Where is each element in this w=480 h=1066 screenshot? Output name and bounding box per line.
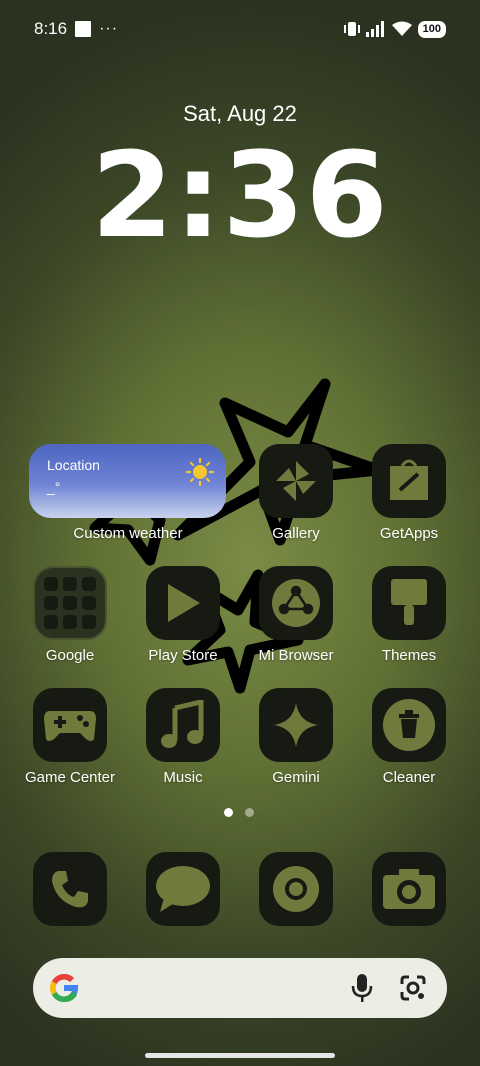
app-mi-browser[interactable] [259, 566, 333, 640]
app-game-center[interactable] [33, 688, 107, 762]
app-label: Mi Browser [258, 647, 334, 664]
status-time: 8:16 [34, 19, 68, 38]
app-label: Music [163, 769, 203, 786]
status-bar: 8:16 ··· 100 [34, 18, 446, 40]
wifi-icon [391, 21, 412, 36]
gallery-icon [276, 461, 316, 501]
weather-temperature: _° [47, 479, 61, 495]
notification-icon [75, 21, 92, 37]
vibrate-icon [343, 22, 360, 36]
gemini-icon [274, 703, 318, 747]
weather-location: Location [47, 457, 100, 473]
sun-icon [186, 458, 214, 486]
app-label: Google [45, 647, 95, 664]
app-label: GetApps [379, 525, 439, 542]
dock-phone[interactable] [33, 852, 107, 926]
app-label: Gallery [272, 525, 320, 542]
folder-google[interactable] [33, 566, 107, 640]
phone-icon [52, 871, 88, 908]
google-search-bar[interactable] [33, 958, 447, 1018]
app-getapps[interactable] [372, 444, 446, 518]
app-cleaner[interactable] [372, 688, 446, 762]
app-play-store[interactable] [146, 566, 220, 640]
weather-widget-label: Custom weather [73, 525, 183, 542]
mi-browser-icon [272, 579, 320, 627]
dock-camera[interactable] [372, 852, 446, 926]
google-lens-icon[interactable] [399, 974, 427, 1002]
battery-indicator: 100 [417, 20, 446, 38]
clock-widget[interactable]: 2:36 [0, 130, 480, 260]
app-label: Themes [381, 647, 437, 664]
page-dot[interactable] [245, 808, 254, 817]
lock-date: Sat, Aug 22 [183, 101, 297, 126]
page-indicator[interactable] [224, 808, 254, 817]
google-logo-icon[interactable] [47, 971, 81, 1005]
dock-chrome[interactable] [259, 852, 333, 926]
getapps-icon [390, 459, 428, 500]
themes-icon [391, 579, 427, 625]
signal-icon [365, 21, 384, 37]
cleaner-icon [383, 699, 435, 751]
music-icon [161, 700, 204, 748]
more-notifications-icon: ··· [99, 20, 119, 37]
app-label: Game Center [24, 769, 116, 786]
weather-widget[interactable]: Location _° [29, 444, 226, 518]
app-music[interactable] [146, 688, 220, 762]
camera-icon [383, 869, 435, 909]
play-store-icon [168, 584, 200, 622]
google-folder-icon [44, 577, 96, 629]
app-label: Play Store [148, 647, 218, 664]
app-themes[interactable] [372, 566, 446, 640]
app-label: Gemini [272, 769, 320, 786]
app-gemini[interactable] [259, 688, 333, 762]
app-gallery[interactable] [259, 444, 333, 518]
dock-messages[interactable] [146, 852, 220, 926]
messages-icon [156, 866, 210, 912]
chrome-icon [273, 866, 319, 912]
gesture-navigation-bar[interactable] [145, 1053, 335, 1058]
app-label: Cleaner [382, 769, 436, 786]
microphone-icon[interactable] [351, 973, 373, 1003]
page-dot-active[interactable] [224, 808, 233, 817]
game-center-icon [44, 711, 96, 741]
